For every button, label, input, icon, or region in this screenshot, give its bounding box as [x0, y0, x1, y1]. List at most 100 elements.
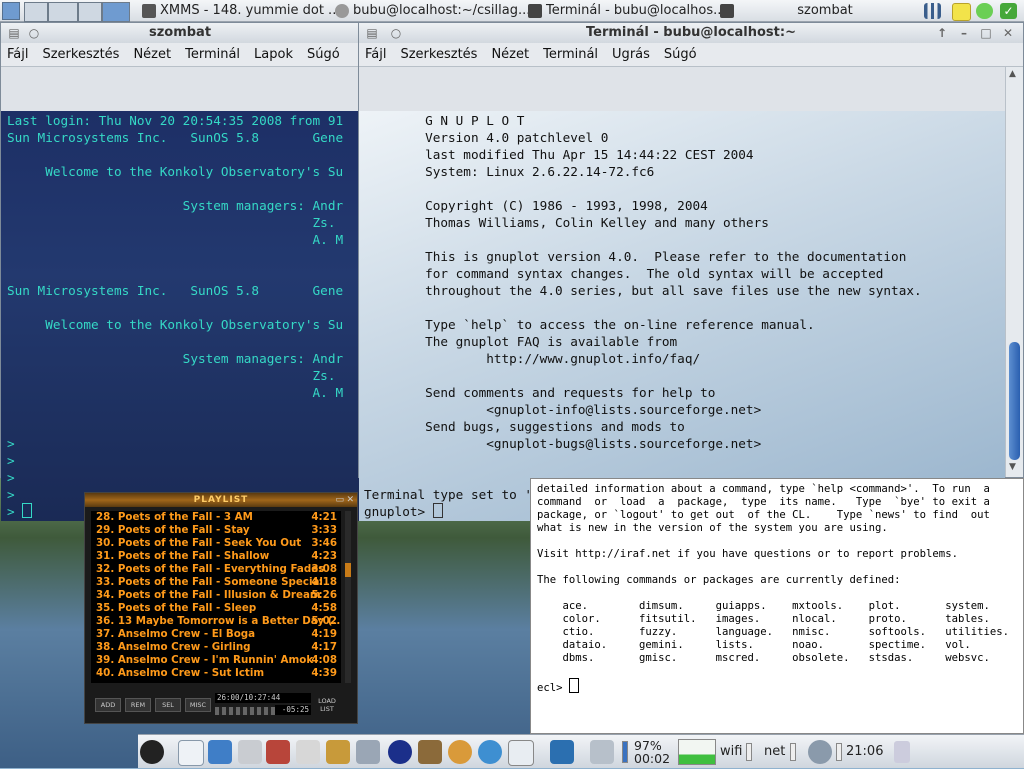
playlist-misc-button[interactable]: MISC: [185, 698, 211, 712]
playlist-item[interactable]: 35. Poets of the Fall - Sleep 4:58: [91, 602, 341, 615]
media-player-icon[interactable]: [448, 740, 472, 764]
scroll-up-icon[interactable]: ▲: [1009, 69, 1019, 79]
wifi-graph[interactable]: [678, 739, 716, 765]
pager-workspace-4[interactable]: [102, 2, 130, 22]
playlist-item[interactable]: 28. Poets of the Fall - 3 AM 4:21: [91, 511, 341, 524]
menu-help[interactable]: Súgó: [307, 47, 340, 62]
pager-workspace-1[interactable]: [24, 2, 48, 22]
gimp-icon[interactable]: [418, 740, 442, 764]
playlist-item-duration: 4:58: [311, 602, 337, 614]
maximize-icon[interactable]: □: [979, 26, 993, 40]
task-window-4[interactable]: [718, 2, 758, 20]
start-menu-icon[interactable]: [140, 740, 164, 764]
playlist-scrollbar[interactable]: [345, 511, 351, 683]
pin-icon[interactable]: ○: [27, 26, 41, 40]
task-terminal[interactable]: Terminál - bubu@localhos...: [526, 2, 736, 20]
iraf-terminal-output[interactable]: detailed information about a command, ty…: [531, 479, 1023, 699]
web-browser-icon[interactable]: [478, 740, 502, 764]
system-monitor-icon[interactable]: [590, 740, 614, 764]
window-menu-icon[interactable]: ▤: [7, 26, 21, 40]
volume-icon[interactable]: [808, 740, 832, 764]
right-window-titlebar[interactable]: ▤ ○ Terminál - bubu@localhost:~ ↑ – □ ✕: [359, 23, 1023, 43]
battery-icon[interactable]: [622, 741, 628, 763]
scroll-down-icon[interactable]: ▼: [1009, 462, 1019, 472]
net-signal-icon[interactable]: [790, 743, 796, 761]
shade-icon[interactable]: ▭: [335, 493, 345, 507]
playlist-item[interactable]: 33. Poets of the Fall - Someone Special 4…: [91, 576, 341, 589]
playlist-item[interactable]: 40. Anselmo Crew - Sut Ictim 4:39: [91, 667, 341, 680]
volume-slider[interactable]: [836, 743, 842, 761]
cpu-monitor-icon[interactable]: [924, 3, 941, 19]
playlist-item[interactable]: 34. Poets of the Fall - Illusion & Dream…: [91, 589, 341, 602]
notes-icon[interactable]: [952, 3, 971, 21]
mini-transport-controls[interactable]: [215, 707, 275, 715]
network-status-icon[interactable]: [976, 3, 993, 19]
playlist-item[interactable]: 37. Anselmo Crew - El Boga 4:19: [91, 628, 341, 641]
show-desktop-icon[interactable]: [178, 740, 204, 766]
shade-up-icon[interactable]: ↑: [935, 26, 949, 40]
menu-edit[interactable]: Szerkesztés: [400, 47, 477, 62]
scrollbar-thumb[interactable]: [1009, 342, 1020, 460]
playlist-item[interactable]: 32. Poets of the Fall - Everything Fades…: [91, 563, 341, 576]
playlist-item[interactable]: 31. Poets of the Fall - Shallow 4:23: [91, 550, 341, 563]
minimize-icon[interactable]: –: [957, 26, 971, 40]
menu-file[interactable]: Fájl: [365, 47, 386, 62]
menu-view[interactable]: Nézet: [491, 47, 529, 62]
playlist-item[interactable]: 38. Anselmo Crew - Girling 4:17: [91, 641, 341, 654]
menu-terminal[interactable]: Terminál: [185, 47, 240, 62]
stellarium-icon[interactable]: [388, 740, 412, 764]
menu-edit[interactable]: Szerkesztés: [42, 47, 119, 62]
menu-tabs[interactable]: Lapok: [254, 47, 293, 62]
playlist-scroll-thumb[interactable]: [345, 563, 351, 577]
close-icon[interactable]: ✕: [1001, 26, 1015, 40]
archive-icon[interactable]: [326, 740, 350, 764]
menu-help[interactable]: Súgó: [664, 47, 697, 62]
close-icon[interactable]: ✕: [346, 493, 355, 507]
menu-view[interactable]: Nézet: [133, 47, 171, 62]
playlist-item[interactable]: 30. Poets of the Fall - Seek You Out 3:46: [91, 537, 341, 550]
workspace-grid-icon[interactable]: [2, 2, 20, 20]
playlist-select-button[interactable]: SEL: [155, 698, 181, 712]
terminal-line: System managers: Andr: [7, 351, 344, 366]
left-window-titlebar[interactable]: ▤ ○ szombat: [1, 23, 359, 43]
playlist-item[interactable]: 29. Poets of the Fall - Stay 3:33: [91, 524, 341, 537]
office-icon[interactable]: [266, 740, 290, 764]
window-menu-icon[interactable]: ▤: [365, 26, 379, 40]
pin-icon[interactable]: ○: [389, 26, 403, 40]
wifi-signal-icon[interactable]: [746, 743, 752, 761]
task-xmms[interactable]: XMMS - 148. yummie dot ...: [140, 2, 350, 20]
menu-terminal[interactable]: Terminál: [543, 47, 598, 62]
terminal-line: Visit http://iraf.net if you have questi…: [537, 548, 958, 560]
update-check-icon[interactable]: ✓: [1000, 3, 1017, 19]
menu-go[interactable]: Ugrás: [612, 47, 650, 62]
menu-file[interactable]: Fájl: [7, 47, 28, 62]
playlist-item-title: 35. Poets of the Fall - Sleep: [96, 602, 257, 614]
playlist-list[interactable]: 28. Poets of the Fall - 3 AM 4:21 29. Poet…: [91, 511, 341, 683]
mail-icon[interactable]: [508, 740, 534, 766]
playlist-remove-button[interactable]: REM: [125, 698, 151, 712]
gnuplot-terminal-output[interactable]: G N U P L O T Version 4.0 patchlevel 0 l…: [359, 111, 1005, 521]
file-manager-icon[interactable]: [208, 740, 232, 764]
left-terminal-output[interactable]: Last login: Thu Nov 20 20:54:35 2008 fro…: [1, 111, 359, 521]
terminal-line: last modified Thu Apr 15 14:44:22 CEST 2…: [364, 147, 754, 162]
settings-icon[interactable]: [356, 740, 380, 764]
playlist-item[interactable]: 36. 13 Maybe Tomorrow is a Better Day (.…: [91, 615, 341, 628]
playlist-titlebar[interactable]: PLAYLIST ▭ ✕: [85, 493, 357, 507]
pager-workspace-2[interactable]: [48, 2, 78, 22]
playlist-item-duration: 3:33: [311, 524, 337, 536]
task-csillag-terminal[interactable]: bubu@localhost:~/csillag...: [333, 2, 543, 20]
playlist-item[interactable]: 39. Anselmo Crew - I'm Runnin' Amok 4:08: [91, 654, 341, 667]
right-window-title: Terminál - bubu@localhost:~: [586, 25, 796, 40]
load-list-button[interactable]: LOAD LIST: [315, 697, 339, 715]
scrollbar[interactable]: ▲ ▼: [1005, 67, 1023, 477]
text-editor-icon[interactable]: [238, 740, 262, 764]
panel-handle-icon[interactable]: [894, 741, 910, 763]
top-panel-day[interactable]: szombat: [770, 2, 880, 20]
logout-icon[interactable]: [550, 740, 574, 764]
pager-workspace-3[interactable]: [78, 2, 102, 22]
pencil-icon[interactable]: [296, 740, 320, 764]
panel-clock[interactable]: 21:06: [846, 735, 883, 769]
playlist-add-button[interactable]: ADD: [95, 698, 121, 712]
